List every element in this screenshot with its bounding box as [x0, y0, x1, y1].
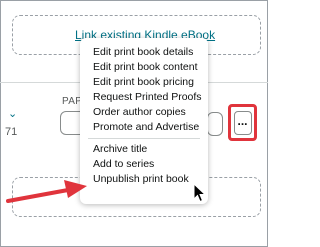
red-arrow-annotation	[6, 180, 87, 203]
mouse-pointer-icon	[193, 183, 207, 203]
